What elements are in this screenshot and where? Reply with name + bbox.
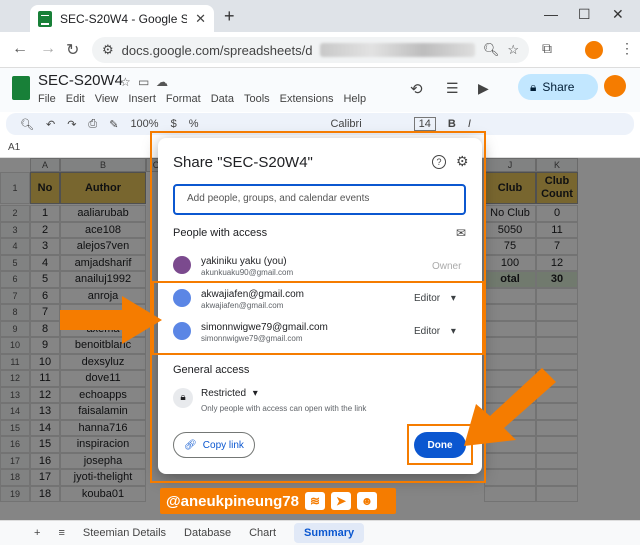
- font-size-input[interactable]: 14: [413, 117, 436, 131]
- move-folder-icon[interactable]: ▭: [138, 75, 149, 89]
- watermark-text: @aneukpineung78: [166, 492, 299, 510]
- paint-format-icon[interactable]: ✎: [109, 118, 118, 131]
- zoom-select[interactable]: 100%: [130, 118, 158, 130]
- forward-icon[interactable]: →: [40, 40, 56, 58]
- menu-insert[interactable]: Insert: [128, 93, 156, 105]
- telegram-icon: ➤: [331, 492, 351, 510]
- currency-icon[interactable]: $: [171, 118, 177, 130]
- cloud-status-icon: ☁: [156, 75, 168, 89]
- browser-menu-icon[interactable]: ⋮: [620, 40, 634, 57]
- reload-icon[interactable]: ↻: [66, 40, 79, 60]
- document-title[interactable]: SEC-S20W4: [38, 72, 123, 89]
- close-window-icon[interactable]: ✕: [612, 6, 624, 23]
- arrow-down-left-icon: [464, 368, 556, 446]
- menu-extensions[interactable]: Extensions: [280, 93, 334, 105]
- menu-tools[interactable]: Tools: [244, 93, 270, 105]
- steem-logo-icon: ≋: [305, 492, 325, 510]
- undo-icon[interactable]: ↶: [46, 118, 55, 131]
- sheets-logo[interactable]: [12, 76, 30, 100]
- new-tab-icon[interactable]: +: [224, 6, 235, 27]
- highlight-people: [152, 281, 484, 355]
- font-select[interactable]: Calibri: [330, 118, 361, 130]
- history-icon[interactable]: ⟲: [410, 80, 423, 98]
- extensions-icon[interactable]: ⧉: [542, 40, 552, 57]
- sheet-tab-bar: + ≡ Steemian Details Database Chart Summ…: [0, 520, 640, 545]
- profile-avatar[interactable]: [585, 41, 603, 59]
- menu-format[interactable]: Format: [166, 93, 201, 105]
- bookmark-star-icon[interactable]: ☆: [507, 42, 519, 58]
- italic-icon[interactable]: I: [468, 118, 471, 130]
- print-icon[interactable]: ⎙: [88, 118, 97, 131]
- back-icon[interactable]: ←: [12, 40, 28, 58]
- search-menus-icon[interactable]: 🔍︎: [20, 118, 34, 131]
- menu-bar: File Edit View Insert Format Data Tools …: [38, 93, 366, 105]
- menu-file[interactable]: File: [38, 93, 56, 105]
- all-sheets-icon[interactable]: ≡: [58, 527, 64, 539]
- tab-title: SEC-S20W4 - Google Sheets: [60, 11, 188, 26]
- menu-view[interactable]: View: [95, 93, 119, 105]
- menu-data[interactable]: Data: [211, 93, 234, 105]
- url-redacted: [320, 43, 475, 57]
- sheets-favicon-icon: [38, 10, 52, 27]
- arrow-right-icon: [60, 296, 162, 344]
- tab-summary[interactable]: Summary: [294, 523, 365, 543]
- star-icon[interactable]: ☆: [120, 75, 131, 89]
- cell-reference: A1: [8, 142, 21, 153]
- share-label: Share: [542, 80, 575, 94]
- watermark-badge: @aneukpineung78 ≋ ➤ ☻: [160, 488, 396, 514]
- address-bar[interactable]: ⚙ docs.google.com/spreadsheets/d 🔍︎ ☆: [92, 37, 529, 63]
- browser-tab[interactable]: SEC-S20W4 - Google Sheets ✕: [30, 5, 214, 32]
- close-tab-icon[interactable]: ✕: [195, 11, 206, 27]
- menu-edit[interactable]: Edit: [66, 93, 85, 105]
- percent-icon[interactable]: %: [189, 118, 199, 130]
- tab-database[interactable]: Database: [184, 527, 231, 539]
- url-text: docs.google.com/spreadsheets/d: [121, 42, 313, 58]
- account-avatar[interactable]: [604, 75, 626, 97]
- site-info-icon[interactable]: ⚙: [102, 42, 114, 58]
- tab-steemian-details[interactable]: Steemian Details: [83, 527, 166, 539]
- share-button[interactable]: 🔒︎ Share: [518, 74, 598, 100]
- zoom-icon[interactable]: 🔍︎: [483, 42, 500, 58]
- menu-help[interactable]: Help: [343, 93, 366, 105]
- tab-chart[interactable]: Chart: [249, 527, 276, 539]
- add-sheet-icon[interactable]: +: [34, 527, 40, 539]
- meet-icon[interactable]: ▶: [478, 80, 489, 97]
- bold-icon[interactable]: B: [448, 118, 456, 130]
- discord-icon: ☻: [357, 492, 377, 510]
- maximize-icon[interactable]: ☐: [578, 6, 591, 23]
- lock-icon: 🔒︎: [530, 79, 537, 94]
- redo-icon[interactable]: ↷: [67, 118, 76, 131]
- comments-icon[interactable]: ☰: [446, 80, 459, 97]
- minimize-icon[interactable]: —: [544, 6, 558, 22]
